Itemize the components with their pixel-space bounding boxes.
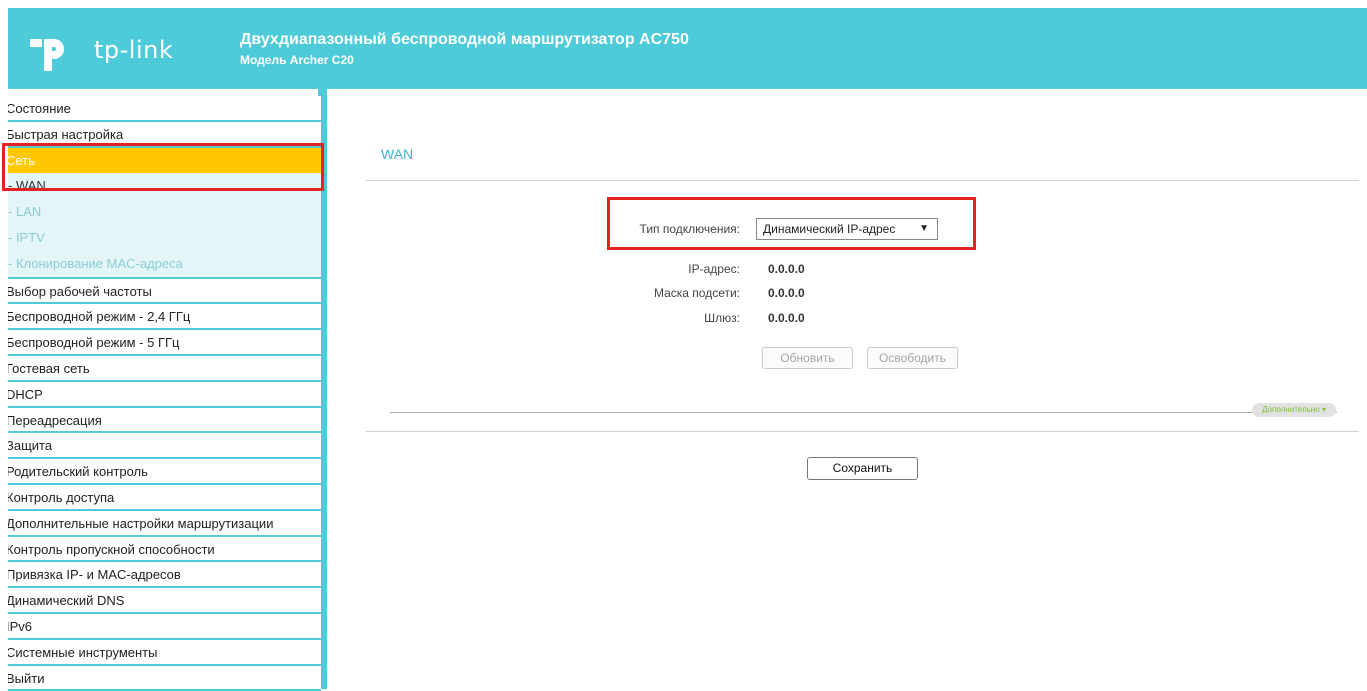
connection-type-value: Динамический IP-адрес [763,222,896,236]
connection-type-label: Тип подключения: [639,222,740,236]
chevron-down-icon: ▾ [1321,405,1326,414]
sidebar-item-label: IPv6 [8,618,33,634]
advanced-label: Дополнительно [1262,405,1320,414]
sidebar-item[interactable]: IPv6 [8,614,321,640]
sidebar-subitem[interactable]: - IPTV [8,224,321,251]
renew-button[interactable]: Обновить [762,347,853,369]
sidebar-item[interactable]: Контроль пропускной способности [8,537,321,563]
sidebar-item[interactable]: Родительский контроль [8,459,321,485]
sidebar-item-network[interactable]: Сеть [8,147,321,174]
logo-text: tp-link [94,36,174,64]
page-title: WAN [381,146,414,162]
sidebar-item[interactable]: Контроль доступа [8,485,321,511]
sidebar-item-label: Контроль пропускной способности [8,541,215,557]
sidebar-subitem[interactable]: - WAN [8,173,321,200]
mask-label: Маска подсети: [653,286,740,300]
mask-value: 0.0.0.0 [768,286,805,300]
header-bar: tp-link Двухдиапазонный беспроводной мар… [8,8,1367,89]
sidebar-item[interactable]: DHCP [8,382,321,408]
sidebar-subitem[interactable]: - LAN [8,199,321,225]
router-title: Двухдиапазонный беспроводной маршрутизат… [240,31,689,48]
sidebar-item-label: Беспроводной режим - 5 ГГц [8,335,180,351]
sidebar-item-label: Дополнительные настройки маршрутизации [8,515,274,531]
dropdown-arrow-icon: ▼ [919,223,929,234]
sidebar-item-label: - IPTV [8,229,45,245]
router-model: Модель Archer C20 [240,53,354,67]
sidebar-item-label: Родительский контроль [8,464,148,480]
connection-type-select[interactable]: Динамический IP-адрес ▼ [756,218,938,240]
sidebar-item[interactable]: Дополнительные настройки маршрутизации [8,511,321,537]
sidebar-item[interactable]: Динамический DNS [8,588,321,614]
sidebar-item-label: Выйти [8,670,45,686]
sidebar-item[interactable]: Переадресация [8,408,321,434]
sidebar-item-label: Привязка IP- и MAC-адресов [8,567,181,583]
advanced-button[interactable]: Дополнительно ▾ [1252,403,1336,417]
ip-label: IP-адрес: [688,262,740,276]
sidebar-item-label: Динамический DNS [8,593,125,609]
sidebar-item[interactable]: Быстрая настройка [8,122,321,148]
sidebar-item-label: Переадресация [8,412,102,428]
sidebar-nav: Состояние Быстрая настройка Сеть - WAN - L… [8,96,321,691]
sidebar-item-label: DHCP [8,386,43,402]
sidebar-item[interactable]: Привязка IP- и MAC-адресов [8,562,321,589]
sidebar-item-label: - WAN [8,178,46,194]
ip-value: 0.0.0.0 [768,262,805,276]
sidebar-item-label: Системные инструменты [8,644,158,660]
release-button[interactable]: Освободить [867,347,958,369]
save-button[interactable]: Сохранить [807,457,918,480]
divider [390,412,1337,413]
gateway-value: 0.0.0.0 [768,311,805,325]
divider [366,431,1359,432]
sidebar-item-label: Контроль доступа [8,489,115,505]
sidebar-item-label: - Клонирование MAC-адреса [8,255,183,271]
sidebar-item[interactable]: Системные инструменты [8,640,321,666]
sidebar-item[interactable]: Выбор рабочей частоты [8,279,321,305]
tp-link-logo-icon [30,39,64,71]
sidebar-item-label: Выбор рабочей частоты [8,283,152,299]
sidebar-item-label: Беспроводной режим - 2,4 ГГц [8,309,191,325]
sidebar-item-label: Состояние [8,101,71,116]
divider [366,180,1359,181]
sidebar-item-label: Гостевая сеть [8,360,90,376]
sidebar-item[interactable]: Беспроводной режим - 2,4 ГГц [8,304,321,331]
sidebar-item[interactable]: Гостевая сеть [8,356,321,382]
tp-link-logo: tp-link [30,23,190,73]
sidebar-item-label: Защита [8,438,53,454]
sidebar-item[interactable]: Защита [8,433,321,460]
sidebar-item-label: - LAN [8,204,42,220]
sidebar-item-label: Сеть [8,152,35,168]
sidebar-subitem[interactable]: - Клонирование MAC-адреса [8,250,321,277]
sidebar-item-label: Быстрая настройка [8,126,124,142]
gateway-label: Шлюз: [704,311,740,325]
sidebar-item[interactable]: Выйти [8,666,321,691]
sidebar-item[interactable]: Состояние [8,96,321,122]
sidebar-item[interactable]: Беспроводной режим - 5 ГГц [8,330,321,356]
